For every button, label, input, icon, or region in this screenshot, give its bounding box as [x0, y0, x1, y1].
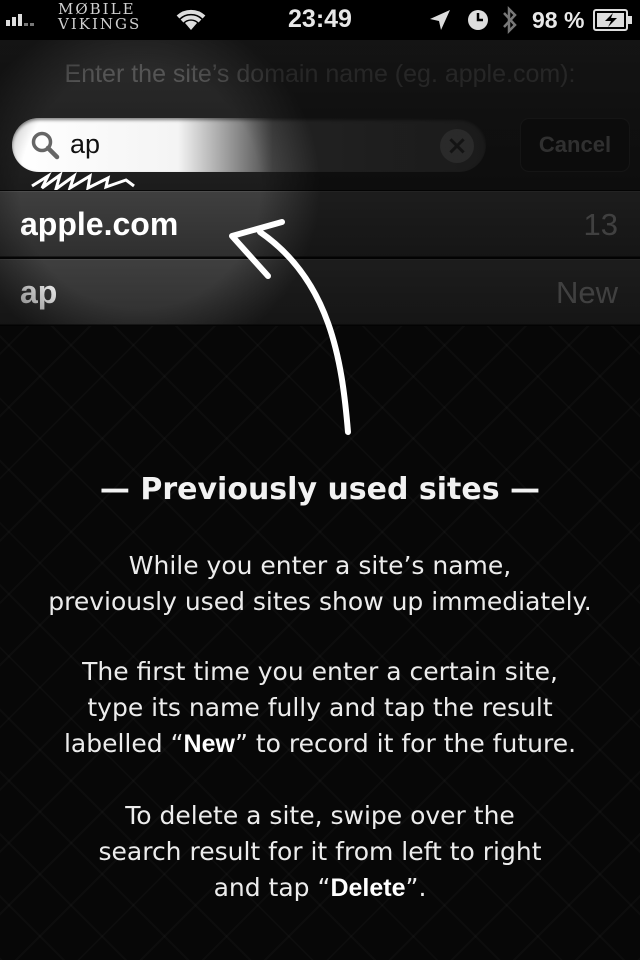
pointer-arrow-icon — [229, 219, 351, 435]
help-line: To delete a site, swipe over the — [125, 801, 515, 830]
scribble-decoration — [31, 171, 135, 190]
result-count: 13 — [583, 207, 618, 242]
battery-percent: 98 % — [532, 7, 585, 33]
help-text: ”. — [405, 873, 427, 902]
search-icon — [31, 131, 60, 160]
help-paragraph-2: The first time you enter a certain site,… — [0, 654, 640, 762]
result-label: ap — [20, 274, 58, 310]
location-icon — [430, 10, 450, 30]
help-line: and tap “Delete”. — [0, 870, 640, 906]
help-line: search result for it from left to right — [98, 837, 542, 866]
result-new-badge: New — [555, 275, 618, 310]
help-line: While you enter a site’s name, — [128, 551, 512, 580]
help-emphasis: New — [183, 730, 235, 758]
bluetooth-icon — [503, 5, 517, 35]
help-text: and tap “ — [213, 873, 331, 902]
search-input-value: ap — [70, 129, 101, 159]
help-text: ” to record it for the future. — [234, 729, 577, 758]
clear-search-button[interactable]: × — [440, 129, 474, 163]
cancel-button[interactable]: Cancel — [520, 118, 630, 172]
battery-charging-icon — [593, 9, 632, 31]
help-paragraph-1: While you enter a site’s name, previousl… — [0, 548, 640, 620]
help-text: labelled “ — [63, 729, 184, 758]
help-line: The first time you enter a certain site, — [82, 657, 558, 686]
search-header: Enter the site’s domain name (eg. apple.… — [0, 40, 640, 190]
clock-icon — [468, 10, 488, 30]
help-line: previously used sites show up immediatel… — [48, 587, 592, 616]
help-emphasis: Delete — [330, 874, 406, 902]
result-label: apple.com — [20, 206, 179, 242]
status-bar: MØBILE VIKINGS 23:49 98 % — [0, 0, 640, 40]
search-prompt: Enter the site’s domain name (eg. apple.… — [64, 60, 576, 88]
search-input[interactable]: ap × — [12, 118, 486, 172]
help-title: — Previously used sites — — [99, 472, 541, 507]
help-line: labelled “New” to record it for the futu… — [0, 726, 640, 762]
help-line: type its name fully and tap the result — [87, 693, 553, 722]
help-paragraph-3: To delete a site, swipe over the search … — [0, 798, 640, 906]
